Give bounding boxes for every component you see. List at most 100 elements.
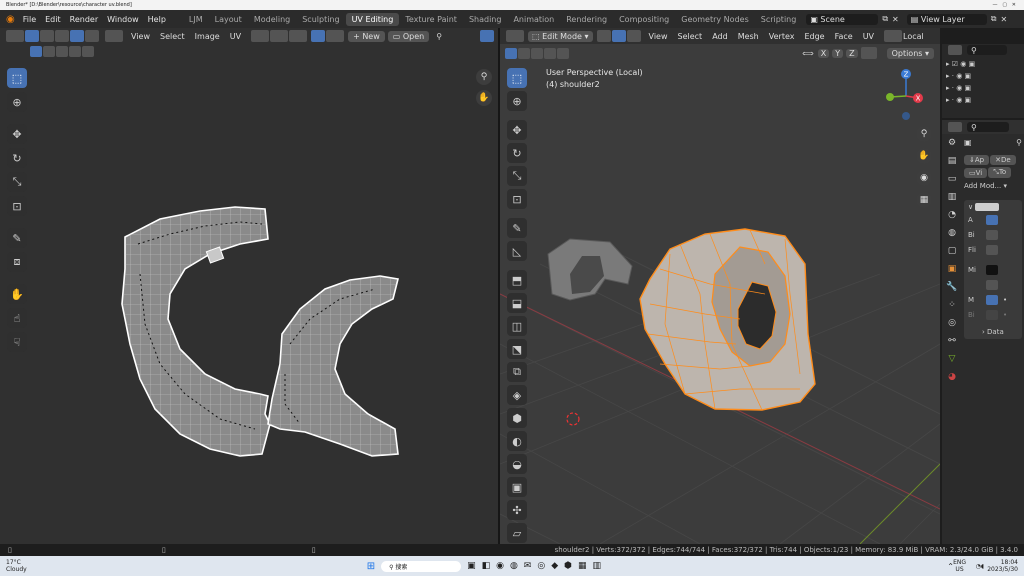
rip-tool-icon[interactable]: ⧈: [7, 252, 27, 272]
pinch-tool-icon[interactable]: ☟: [7, 332, 27, 352]
modifier-row-field[interactable]: [986, 280, 998, 290]
modifier-row-field[interactable]: [986, 230, 998, 240]
outliner-row[interactable]: ▸ · ◉ ▣: [946, 94, 1020, 106]
object-tab-icon[interactable]: ▣: [948, 264, 957, 274]
vp-cursor-tool-icon[interactable]: ⊕: [507, 91, 527, 111]
properties-search-input[interactable]: ⚲: [967, 122, 1009, 132]
uv-island-left[interactable]: [121, 206, 271, 457]
blender-logo-icon[interactable]: ◉: [6, 14, 15, 25]
extrude-tool-icon[interactable]: ⬓: [507, 293, 527, 313]
vertex-select-mode-icon[interactable]: [596, 30, 611, 42]
properties-editor-icon[interactable]: [948, 122, 962, 132]
view-layer-copy-icon[interactable]: ⧉: [991, 14, 997, 24]
mirror-icon[interactable]: ⟺: [802, 49, 813, 58]
navigation-gizmo[interactable]: Z X: [880, 66, 936, 122]
vp-select-box-tool-icon[interactable]: ⬚: [507, 68, 527, 88]
menu-help[interactable]: Help: [148, 15, 166, 24]
uv-zoom-icon[interactable]: ⚲: [476, 69, 492, 85]
input-language[interactable]: ENG US: [953, 559, 966, 573]
world-tab-icon[interactable]: ◍: [948, 228, 956, 238]
axis-z-toggle[interactable]: Z: [846, 48, 858, 58]
start-icon[interactable]: ⊞: [367, 561, 375, 572]
modifier-expand-icon[interactable]: ∨: [968, 203, 973, 211]
modifier-row-field[interactable]: [986, 295, 998, 305]
transform-orientation-icon[interactable]: [884, 30, 903, 42]
network-volume-icons[interactable]: ◔◖: [976, 563, 984, 570]
3d-viewport[interactable]: Z X User Perspective (Local) (4) shoulde…: [500, 44, 940, 544]
vp-menu-vertex[interactable]: Vertex: [769, 32, 795, 41]
tab-animation[interactable]: Animation: [507, 13, 560, 26]
output-tab-icon[interactable]: ▭: [948, 174, 957, 184]
collection-tab-icon[interactable]: ▢: [948, 246, 957, 256]
axis-y-toggle[interactable]: Y: [832, 48, 844, 58]
modifier-name-field[interactable]: [975, 203, 1000, 211]
select-invert-icon[interactable]: [69, 45, 81, 57]
uv-menu-image[interactable]: Image: [195, 32, 220, 41]
knife-tool-icon[interactable]: ◈: [507, 385, 527, 405]
uv-menu-view[interactable]: View: [131, 32, 150, 41]
vp-move-tool-icon[interactable]: ✥: [507, 120, 527, 140]
uv-editor-canvas[interactable]: ⬚ ⊕ ✥ ↻ ⤡ ⊡ ✎ ⧈ ✋ ☝ ☟ ⚲ ✋: [0, 44, 498, 544]
scene-copy-icon[interactable]: ⧉: [882, 14, 888, 24]
poly-build-tool-icon[interactable]: ⬢: [507, 408, 527, 428]
view-layer-tab-icon[interactable]: ▥: [948, 192, 957, 202]
mirror-object-field[interactable]: [986, 265, 998, 275]
tab-geometry-nodes[interactable]: Geometry Nodes: [675, 13, 754, 26]
material-tab-icon[interactable]: ◕: [948, 372, 956, 382]
select-intersect-icon[interactable]: [82, 45, 94, 57]
edge-slide-tool-icon[interactable]: ▣: [507, 477, 527, 497]
scene-tab-icon[interactable]: ◔: [948, 210, 956, 220]
scene-selector[interactable]: ▣ Scene: [806, 13, 879, 25]
smooth-tool-icon[interactable]: ◒: [507, 454, 527, 474]
tab-shading[interactable]: Shading: [463, 13, 508, 26]
taskbar-apps[interactable]: ▣◧◉◍✉◎◆⬢▦▥: [467, 561, 607, 571]
physics-tab-icon[interactable]: ◎: [948, 318, 956, 328]
tab-uv-editing[interactable]: UV Editing: [345, 12, 400, 26]
vp-measure-tool-icon[interactable]: ◺: [507, 241, 527, 261]
snap-icon[interactable]: [270, 30, 289, 42]
inset-tool-icon[interactable]: ◫: [507, 316, 527, 336]
falloff-icon[interactable]: [326, 30, 345, 42]
modifier-tab-icon[interactable]: 🔧: [946, 282, 957, 292]
loop-cut-tool-icon[interactable]: ⧉: [507, 362, 527, 382]
add-modifier-dropdown[interactable]: Add Mod... ▾: [964, 182, 1022, 190]
other-object-mesh[interactable]: [547, 238, 633, 301]
tool-tab-icon[interactable]: ⚙: [948, 138, 956, 148]
clock[interactable]: 18:04 2023/5/30: [987, 559, 1018, 573]
uv-island-right[interactable]: [267, 275, 399, 457]
vp-zoom-icon[interactable]: ⚲: [916, 126, 932, 142]
modifier-row-field[interactable]: [986, 310, 998, 320]
tab-scripting[interactable]: Scripting: [755, 13, 803, 26]
view-layer-selector[interactable]: ▤ View Layer: [906, 13, 987, 25]
window-controls[interactable]: — ▢ ✕: [993, 0, 1016, 10]
uv-face-select-icon[interactable]: [70, 30, 84, 42]
select-extend-icon[interactable]: [43, 45, 55, 57]
annotate-tool-icon[interactable]: ✎: [7, 228, 27, 248]
render-tab-icon[interactable]: ▤: [948, 156, 957, 166]
uv-menu-uv[interactable]: UV: [230, 32, 241, 41]
shoulder2-mesh[interactable]: [639, 228, 816, 411]
modifier-pin-icon[interactable]: ⚲: [1016, 138, 1022, 147]
sticky-select-icon[interactable]: [105, 30, 123, 42]
rotate-tool-icon[interactable]: ↻: [7, 148, 27, 168]
mesh-tools-icon[interactable]: [860, 47, 877, 59]
select-new-icon[interactable]: [30, 45, 42, 57]
camera-view-icon[interactable]: ◉: [916, 170, 932, 186]
vp-rotate-tool-icon[interactable]: ↻: [507, 143, 527, 163]
transform-tool-icon[interactable]: ⊡: [7, 196, 27, 216]
vp-menu-select[interactable]: Select: [678, 32, 703, 41]
select-subtract-icon[interactable]: [56, 45, 68, 57]
options-button[interactable]: Options ▾: [886, 47, 934, 59]
axis-x-toggle[interactable]: X: [817, 48, 830, 58]
delete-button[interactable]: ✕De: [990, 155, 1016, 165]
vp-menu-edge[interactable]: Edge: [804, 32, 824, 41]
outliner-row[interactable]: ▸ · ◉ ▣: [946, 82, 1020, 94]
snap-settings-icon[interactable]: [289, 30, 308, 42]
menu-render[interactable]: Render: [70, 15, 98, 24]
gizmo-neg-z-icon[interactable]: [902, 112, 910, 120]
spin-tool-icon[interactable]: ◐: [507, 431, 527, 451]
bevel-tool-icon[interactable]: ⬔: [507, 339, 527, 359]
view-layer-close-icon[interactable]: ✕: [1000, 15, 1007, 24]
weather-widget[interactable]: 17°C Cloudy: [6, 559, 27, 573]
to-button[interactable]: ⤡To: [988, 167, 1012, 178]
